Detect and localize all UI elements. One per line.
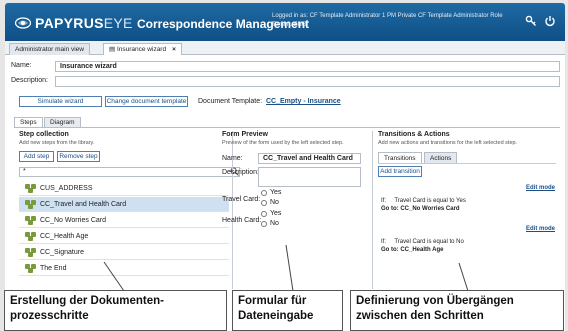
callout-pointers — [103, 244, 469, 292]
app-window: PAPYRUSEYE Correspondence Management Log… — [0, 0, 568, 331]
callout-form: Formular für Dateneingabe — [232, 290, 343, 331]
callout-transitions: Definierung von Übergängen zwischen den S… — [350, 290, 564, 331]
callout-step-creation: Erstellung der Dokumenten-prozesschritte — [4, 290, 227, 331]
